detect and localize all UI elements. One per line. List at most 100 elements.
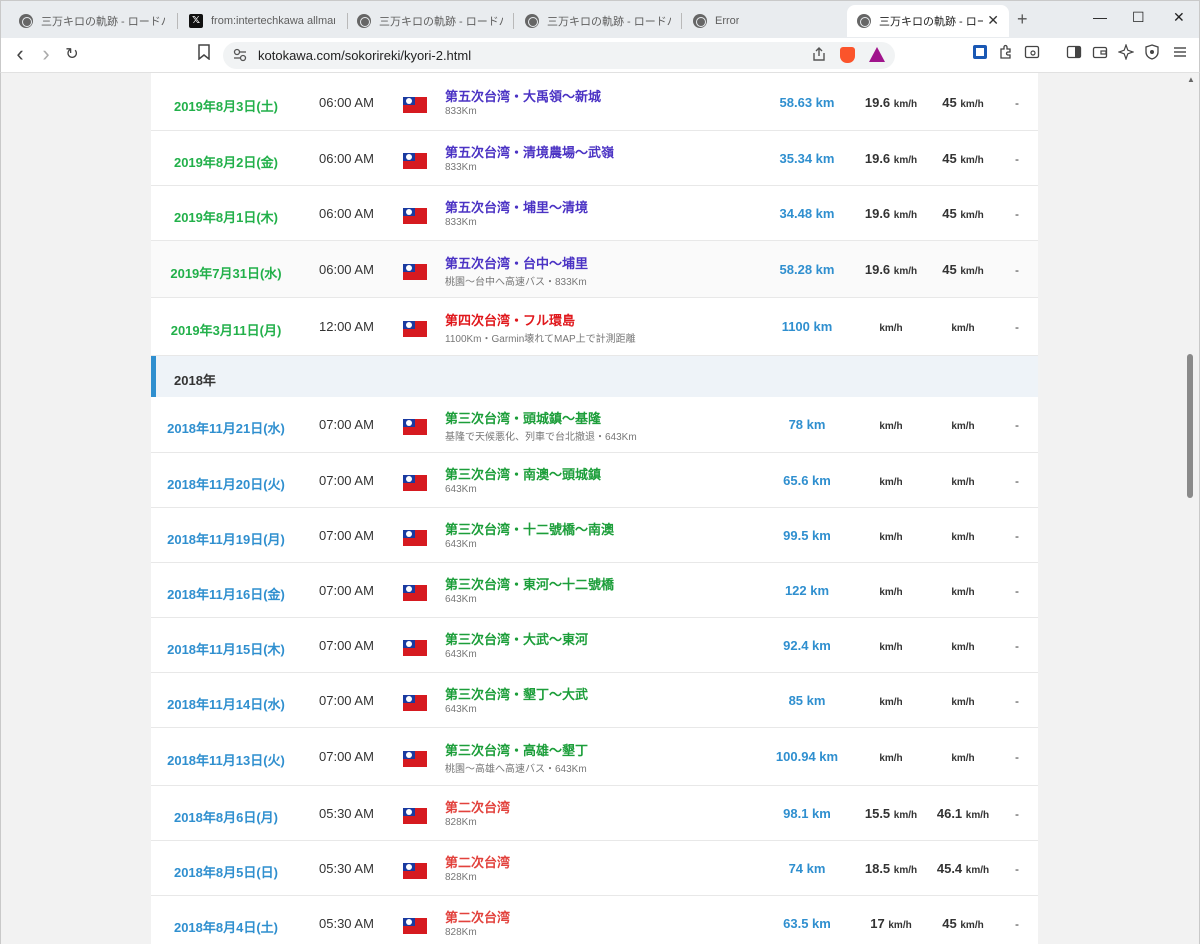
speed-unit: km/h	[893, 155, 918, 166]
address-bar[interactable]: kotokawa.com/sokorireki/kyori-2.html	[223, 42, 895, 69]
max-speed: km/h	[931, 417, 995, 432]
flag-sun	[406, 864, 412, 870]
ride-date[interactable]: 2018年11月16日(金)	[151, 584, 301, 603]
ride-date[interactable]: 2018年8月4日(土)	[151, 917, 301, 936]
ride-title-link[interactable]: 第五次台湾・台中〜埔里	[445, 253, 588, 272]
max-speed: 45.4 km/h	[931, 861, 995, 876]
taiwan-flag-icon	[403, 751, 427, 767]
table-row: 2018年11月14日(水) 07:00 AM 第三次台湾・墾丁〜大武 643Km 85…	[151, 673, 1038, 728]
taiwan-flag-icon	[403, 153, 427, 169]
ride-title-link[interactable]: 第二次台湾	[445, 797, 510, 816]
ride-distance: 100.94 km	[775, 749, 839, 764]
ride-title-link[interactable]: 第三次台湾・南澳〜頭城鎮	[445, 464, 601, 483]
flag-sun	[406, 265, 412, 271]
sidebar-icon[interactable]	[1063, 44, 1085, 66]
vertical-scrollbar[interactable]: ▲	[1184, 73, 1196, 944]
flag-canton	[403, 808, 415, 816]
vpn-shield-icon[interactable]	[1141, 44, 1163, 66]
max-speed: km/h	[931, 583, 995, 598]
close-tab-icon[interactable]: ✕	[987, 12, 999, 29]
speed-unit: km/h	[965, 865, 990, 876]
tab-3[interactable]: 三万キロの軌跡 - ロードバイク	[347, 7, 513, 35]
ride-title-link[interactable]: 第三次台湾・高雄〜墾丁	[445, 740, 588, 759]
ride-note: -	[1015, 263, 1019, 277]
ride-date[interactable]: 2018年11月15日(木)	[151, 639, 301, 658]
ride-date[interactable]: 2018年11月13日(火)	[151, 750, 301, 769]
ride-date[interactable]: 2018年11月19日(月)	[151, 529, 301, 548]
avg-speed-value: 19.6	[864, 262, 891, 277]
site-settings-icon[interactable]	[233, 48, 247, 62]
ride-distance: 98.1 km	[783, 806, 831, 821]
ride-title-link[interactable]: 第四次台湾・フル環島	[445, 310, 575, 329]
speed-unit: km/h	[893, 810, 918, 821]
flag-sun	[406, 154, 412, 160]
ride-title-link[interactable]: 第五次台湾・清境農場〜武嶺	[445, 142, 614, 161]
forward-button[interactable]: ›	[35, 43, 57, 66]
tab-6-active[interactable]: 三万キロの軌跡 - ロード ✕	[847, 5, 1009, 37]
browser-toolbar: ‹ › ↻ kotokawa.com/sokorireki/kyori-2.ht…	[0, 38, 1200, 73]
ride-subtitle: 833Km	[445, 217, 477, 228]
ride-title-link[interactable]: 第三次台湾・十二號橋〜南澳	[445, 519, 614, 538]
ride-date[interactable]: 2019年8月3日(土)	[151, 96, 301, 115]
tab-1[interactable]: 三万キロの軌跡 - ロードバイク	[9, 7, 175, 35]
new-tab-button[interactable]: +	[1017, 9, 1028, 30]
ride-subtitle: 833Km	[445, 162, 477, 173]
ride-date[interactable]: 2018年11月21日(水)	[151, 418, 301, 437]
ride-date[interactable]: 2018年8月6日(月)	[151, 807, 301, 826]
speed-unit: km/h	[965, 810, 990, 821]
ride-date[interactable]: 2018年11月14日(水)	[151, 694, 301, 713]
extensions-puzzle-icon[interactable]	[995, 44, 1017, 66]
ride-title-link[interactable]: 第三次台湾・墾丁〜大武	[445, 684, 588, 703]
ride-title-link[interactable]: 第三次台湾・東河〜十二號橋	[445, 574, 614, 593]
bookmark-icon[interactable]	[193, 44, 215, 66]
ride-subtitle: 1100Km・Garmin壊れてMAP上で計測距離	[445, 334, 636, 345]
close-window-button[interactable]: ✕	[1173, 9, 1185, 26]
speed-unit: km/h	[951, 421, 975, 432]
ride-date[interactable]: 2019年7月31日(水)	[151, 263, 301, 282]
tab-2[interactable]: from:intertechkawa allman	[179, 7, 345, 35]
back-button[interactable]: ‹	[9, 43, 31, 66]
ride-time: 06:00 AM	[319, 206, 374, 221]
ride-date[interactable]: 2018年11月20日(火)	[151, 474, 301, 493]
ride-title-link[interactable]: 第二次台湾	[445, 907, 510, 926]
scrollbar-thumb[interactable]	[1187, 354, 1193, 498]
tab-5[interactable]: Error	[683, 7, 843, 35]
maximize-button[interactable]: ☐	[1132, 9, 1145, 26]
globe-icon	[19, 14, 33, 28]
ride-title-link[interactable]: 第三次台湾・大武〜東河	[445, 629, 588, 648]
ride-title-link[interactable]: 第三次台湾・頭城鎮〜基隆	[445, 408, 601, 427]
wallet-icon[interactable]	[1089, 44, 1111, 66]
leo-ai-icon[interactable]	[1115, 43, 1137, 66]
scroll-up-arrow-icon[interactable]: ▲	[1187, 75, 1195, 84]
ride-title-link[interactable]: 第二次台湾	[445, 852, 510, 871]
tab-separator	[513, 13, 514, 29]
tab-separator	[681, 13, 682, 29]
speed-unit: km/h	[893, 99, 918, 110]
ride-date[interactable]: 2019年8月2日(金)	[151, 152, 301, 171]
ride-date[interactable]: 2019年8月1日(木)	[151, 207, 301, 226]
tab-4[interactable]: 三万キロの軌跡 - ロードバイク	[515, 7, 681, 35]
extension-icon[interactable]	[969, 44, 991, 66]
share-icon[interactable]	[811, 46, 827, 65]
ride-date[interactable]: 2018年8月5日(日)	[151, 862, 301, 881]
brave-shields-icon[interactable]	[840, 47, 855, 63]
max-speed: km/h	[931, 749, 995, 764]
ride-date[interactable]: 2019年3月11日(月)	[151, 320, 301, 339]
table-row: 2018年11月21日(水) 07:00 AM 第三次台湾・頭城鎮〜基隆 基隆で天候悪…	[151, 397, 1038, 453]
menu-icon[interactable]	[1169, 44, 1191, 66]
ride-distance: 74 km	[788, 861, 826, 876]
speed-unit: km/h	[888, 920, 912, 931]
max-speed-value: 45.4	[936, 861, 963, 876]
ride-subtitle: 基隆で天候悪化、列車で台北撤退・643Km	[445, 432, 637, 443]
ride-title-link[interactable]: 第五次台湾・大禹領〜新城	[445, 86, 601, 105]
reload-button[interactable]: ↻	[61, 44, 83, 66]
url-text[interactable]: kotokawa.com/sokorireki/kyori-2.html	[258, 48, 471, 63]
speed-unit: km/h	[879, 323, 903, 334]
ride-title-link[interactable]: 第五次台湾・埔里〜清境	[445, 197, 588, 216]
ride-note: -	[1015, 584, 1019, 598]
ride-subtitle: 643Km	[445, 704, 477, 715]
brave-rewards-icon[interactable]	[869, 47, 885, 62]
minimize-button[interactable]: —	[1093, 9, 1107, 25]
flag-canton	[403, 863, 415, 871]
reader-mode-icon[interactable]	[1021, 44, 1043, 66]
